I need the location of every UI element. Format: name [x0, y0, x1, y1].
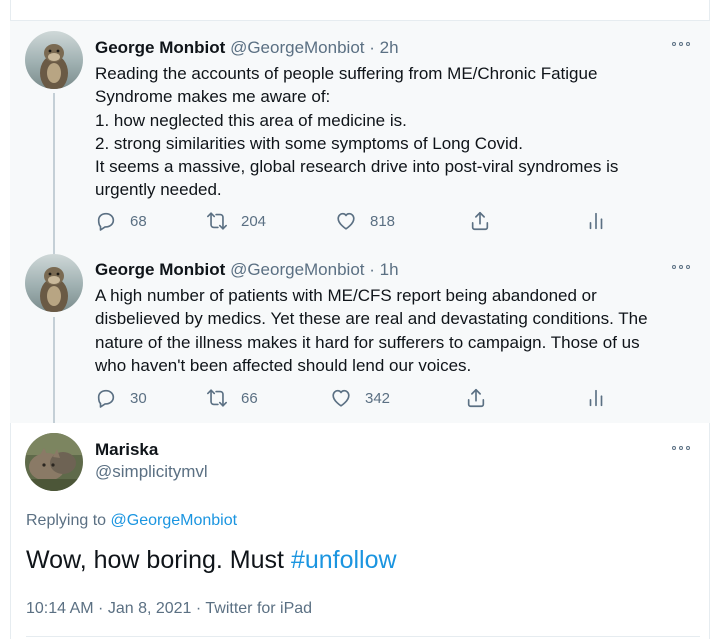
analytics-button[interactable] — [585, 210, 607, 232]
share-button[interactable] — [469, 210, 491, 232]
tweet-line: Syndrome makes me aware of: — [95, 87, 331, 107]
analytics-button[interactable] — [585, 387, 607, 409]
replying-prefix: Replying to — [26, 512, 107, 529]
like-button[interactable]: 818 — [335, 210, 395, 232]
tweet-line: 1. how neglected this area of medicine i… — [95, 110, 407, 130]
tweet-line: It seems a massive, global research driv… — [95, 157, 619, 177]
replying-to: Replying to @GeorgeMonbiot — [26, 512, 237, 530]
divider — [26, 636, 700, 637]
thread-connector — [53, 93, 55, 243]
retweet-button[interactable]: 66 — [206, 387, 258, 409]
analytics-icon — [589, 389, 603, 407]
tweet-header: George Monbiot @GeorgeMonbiot · 2h — [95, 38, 399, 58]
tweet-time[interactable]: · 2h — [369, 38, 398, 57]
author-name[interactable]: George Monbiot — [95, 38, 225, 57]
author-name[interactable]: Mariska — [95, 440, 208, 460]
reply-count: 68 — [130, 212, 147, 230]
hashtag-link[interactable]: #unfollow — [291, 546, 397, 574]
author-handle[interactable]: @GeorgeMonbiot — [230, 260, 364, 279]
thread-tweet[interactable]: George Monbiot @GeorgeMonbiot · 2h Readi… — [10, 21, 710, 243]
reply-count: 30 — [130, 389, 147, 407]
more-icon[interactable] — [672, 40, 694, 48]
more-icon[interactable] — [672, 444, 694, 452]
tweet-header: George Monbiot @GeorgeMonbiot · 1h — [95, 260, 399, 280]
thread-tweet[interactable]: George Monbiot @GeorgeMonbiot · 1h A hig… — [10, 243, 710, 423]
like-button[interactable]: 342 — [330, 387, 390, 409]
thread-connector — [53, 243, 55, 254]
share-icon — [467, 388, 485, 408]
tweet-line: nature of the illness makes it hard for … — [95, 332, 640, 352]
tweet-line: 2. strong similarities with some symptom… — [95, 133, 523, 153]
tweet-text: A high number of patients with ME/CFS re… — [95, 284, 648, 377]
tweet-line: who haven't been affected should lend ou… — [95, 355, 472, 375]
reply-icon — [97, 389, 115, 408]
avatar[interactable] — [25, 254, 83, 312]
retweet-count: 66 — [241, 389, 258, 407]
tweet-line: A high number of patients with ME/CFS re… — [95, 286, 597, 305]
tweet-time[interactable]: · 1h — [369, 260, 398, 279]
more-icon[interactable] — [672, 263, 694, 271]
like-count: 342 — [365, 389, 391, 407]
retweet-icon — [207, 212, 227, 230]
reply-text: Wow, how boring. Must #unfollow — [26, 546, 397, 575]
author-handle[interactable]: @simplicitymvl — [95, 462, 208, 482]
tweet-line: Reading the accounts of people suffering… — [95, 64, 598, 83]
share-button[interactable] — [465, 387, 487, 409]
thread-connector — [53, 317, 55, 423]
tweet-line: disbelieved by medics. Yet these are rea… — [95, 309, 648, 329]
reply-button[interactable]: 68 — [95, 210, 147, 232]
tweet-actions: 68 204 818 — [95, 210, 615, 232]
author-handle[interactable]: @GeorgeMonbiot — [230, 38, 364, 57]
avatar[interactable] — [25, 433, 83, 491]
analytics-icon — [589, 212, 603, 230]
heart-icon — [337, 212, 355, 230]
share-icon — [471, 211, 489, 231]
reply-button[interactable]: 30 — [95, 387, 147, 409]
tweet-actions: 30 66 342 — [95, 387, 615, 409]
tweet-text: Reading the accounts of people suffering… — [95, 62, 618, 202]
heart-icon — [332, 389, 350, 407]
mention-link[interactable]: @GeorgeMonbiot — [111, 512, 238, 529]
avatar[interactable] — [25, 31, 83, 89]
reply-author: Mariska @simplicitymvl — [95, 440, 208, 482]
retweet-button[interactable]: 204 — [206, 210, 266, 232]
like-count: 818 — [370, 212, 396, 230]
retweet-icon — [207, 389, 227, 407]
retweet-count: 204 — [241, 212, 267, 230]
reply-body: Wow, how boring. Must — [26, 546, 284, 574]
tweet-meta[interactable]: 10:14 AM · Jan 8, 2021 · Twitter for iPa… — [26, 600, 312, 618]
author-name[interactable]: George Monbiot — [95, 260, 225, 279]
tweet-line: urgently needed. — [95, 180, 222, 200]
reply-icon — [97, 212, 115, 231]
